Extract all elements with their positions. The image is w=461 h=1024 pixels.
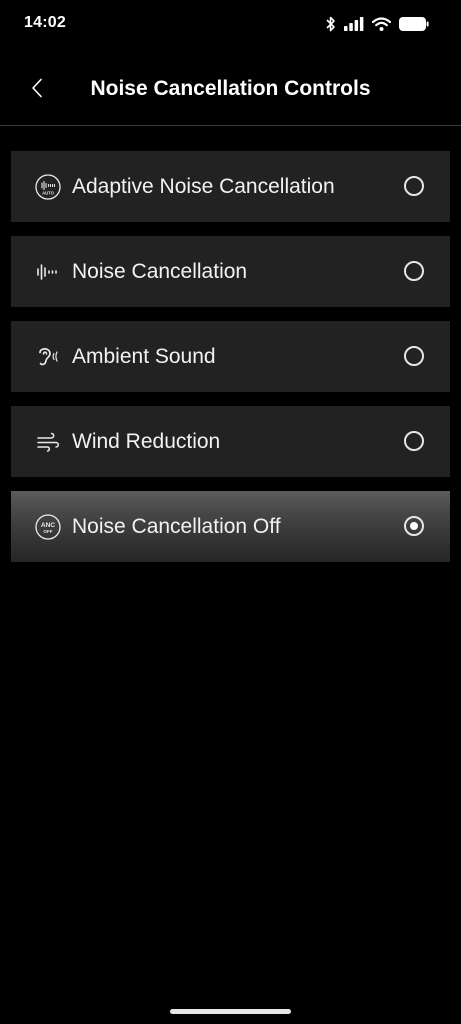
option-adaptive-noise-cancellation[interactable]: AUTO Adaptive Noise Cancellation xyxy=(11,151,450,222)
ambient-sound-icon xyxy=(35,344,61,370)
option-label: Noise Cancellation Off xyxy=(72,515,281,538)
bluetooth-icon xyxy=(326,16,336,32)
radio-button[interactable] xyxy=(404,176,424,196)
radio-button[interactable] xyxy=(404,261,424,281)
status-icons xyxy=(326,14,429,34)
option-label: Ambient Sound xyxy=(72,345,216,368)
adaptive-anc-icon-text: AUTO xyxy=(42,191,55,196)
anc-off-icon: ANC OFF xyxy=(35,514,61,540)
radio-button[interactable] xyxy=(404,431,424,451)
anc-off-icon-text-top: ANC xyxy=(41,522,56,529)
radio-button[interactable] xyxy=(404,346,424,366)
noise-mode-list: AUTO Adaptive Noise Cancellation Noise C… xyxy=(11,151,450,576)
status-time: 14:02 xyxy=(24,14,66,31)
cellular-signal-icon xyxy=(344,17,364,31)
page-title: Noise Cancellation Controls xyxy=(90,77,371,100)
wifi-icon xyxy=(372,17,391,31)
option-noise-cancellation-off[interactable]: ANC OFF Noise Cancellation Off xyxy=(11,491,450,562)
option-ambient-sound[interactable]: Ambient Sound xyxy=(11,321,450,392)
wind-reduction-icon xyxy=(35,429,61,455)
option-label: Adaptive Noise Cancellation xyxy=(72,175,335,198)
option-label: Noise Cancellation xyxy=(72,260,248,283)
home-indicator[interactable] xyxy=(170,1009,291,1014)
radio-button-selected[interactable] xyxy=(404,516,424,536)
header: Noise Cancellation Controls xyxy=(0,55,461,126)
battery-icon xyxy=(399,17,429,31)
status-bar: 14:02 xyxy=(0,0,461,50)
option-noise-cancellation[interactable]: Noise Cancellation xyxy=(11,236,450,307)
option-wind-reduction[interactable]: Wind Reduction xyxy=(11,406,450,477)
noise-cancellation-icon xyxy=(35,259,61,285)
adaptive-anc-icon: AUTO xyxy=(35,174,61,200)
option-label: Wind Reduction xyxy=(72,430,221,453)
anc-off-icon-text-bottom: OFF xyxy=(43,529,52,534)
